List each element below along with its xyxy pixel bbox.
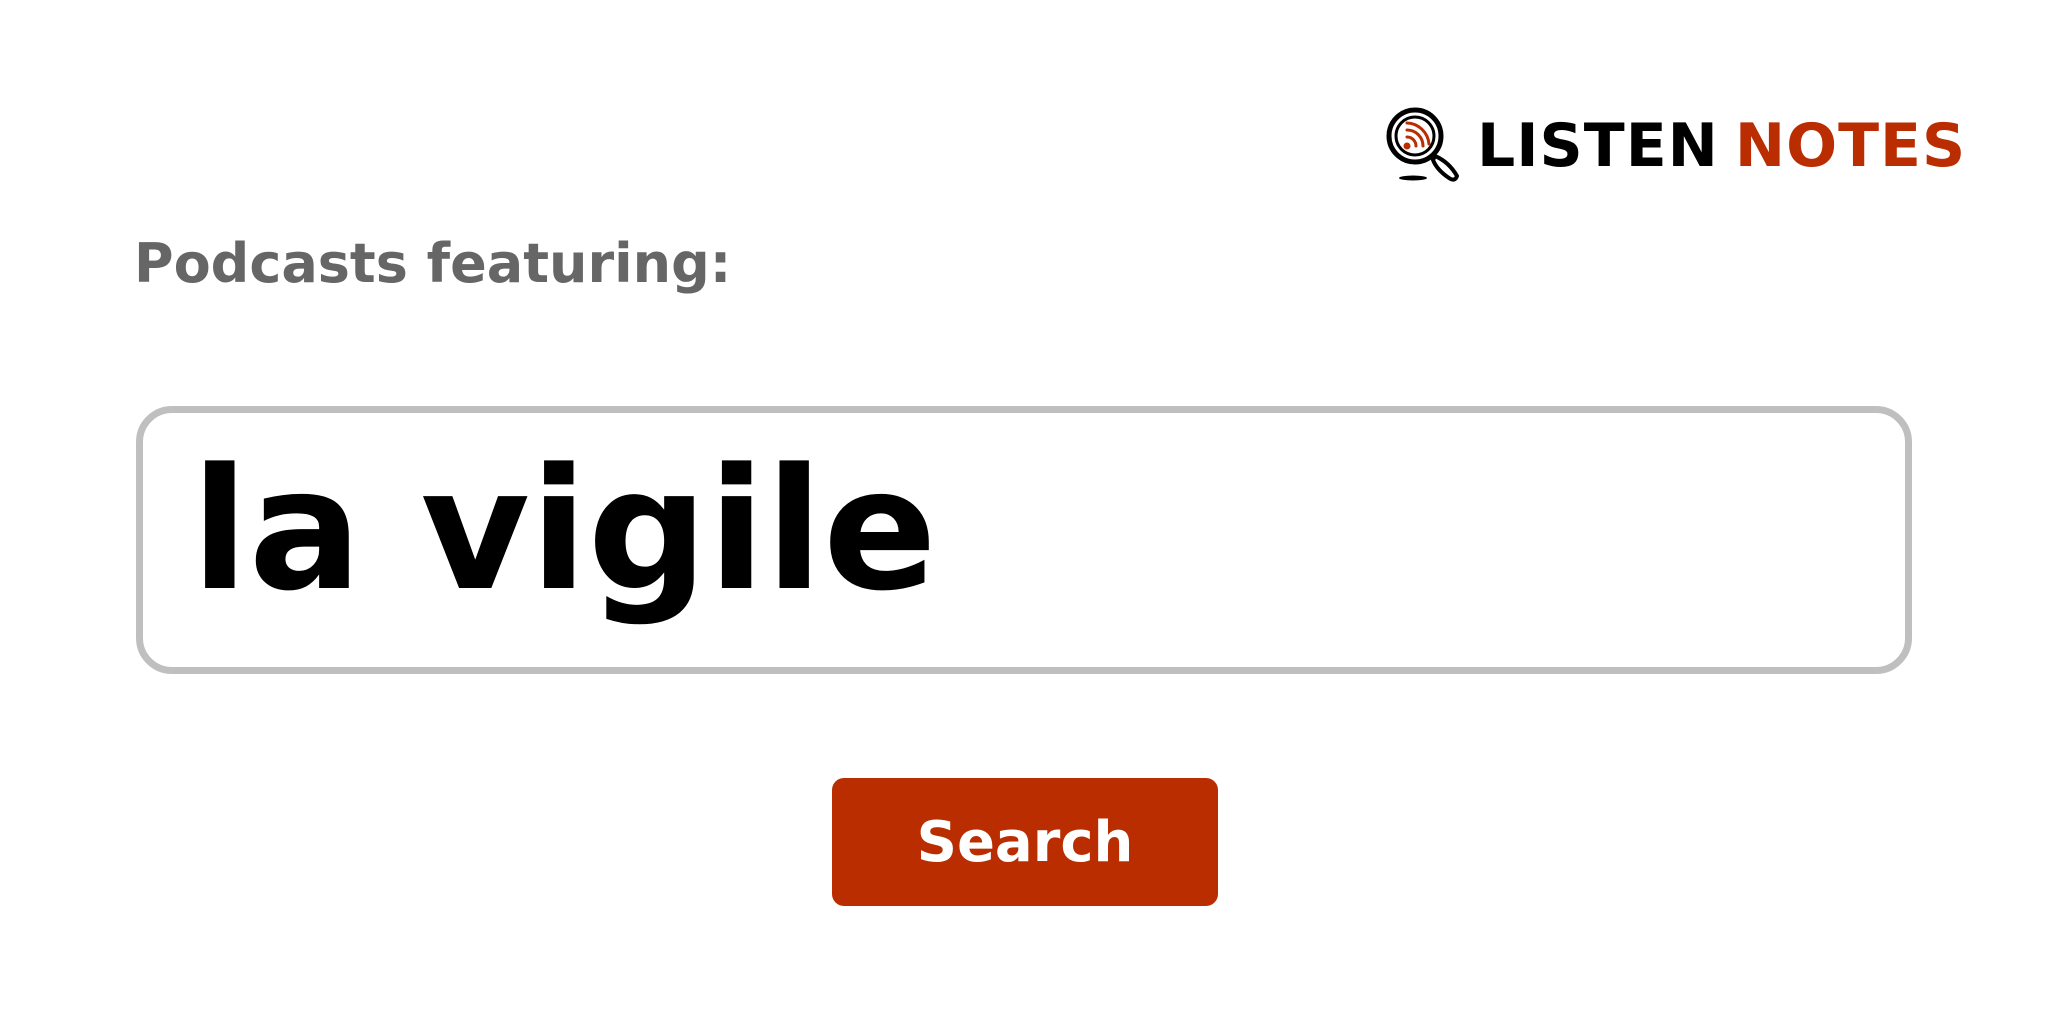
logo-wordmark: LISTEN NOTES <box>1477 116 1966 176</box>
logo-word-listen: LISTEN <box>1477 111 1719 181</box>
search-box <box>136 406 1912 674</box>
listen-notes-logo[interactable]: LISTEN NOTES <box>1385 106 1966 186</box>
search-input[interactable] <box>143 413 1905 667</box>
search-button[interactable]: Search <box>832 778 1218 906</box>
podcast-search-icon <box>1386 107 1459 182</box>
page-heading: Podcasts featuring: <box>134 232 732 295</box>
logo-word-notes: NOTES <box>1734 111 1967 181</box>
